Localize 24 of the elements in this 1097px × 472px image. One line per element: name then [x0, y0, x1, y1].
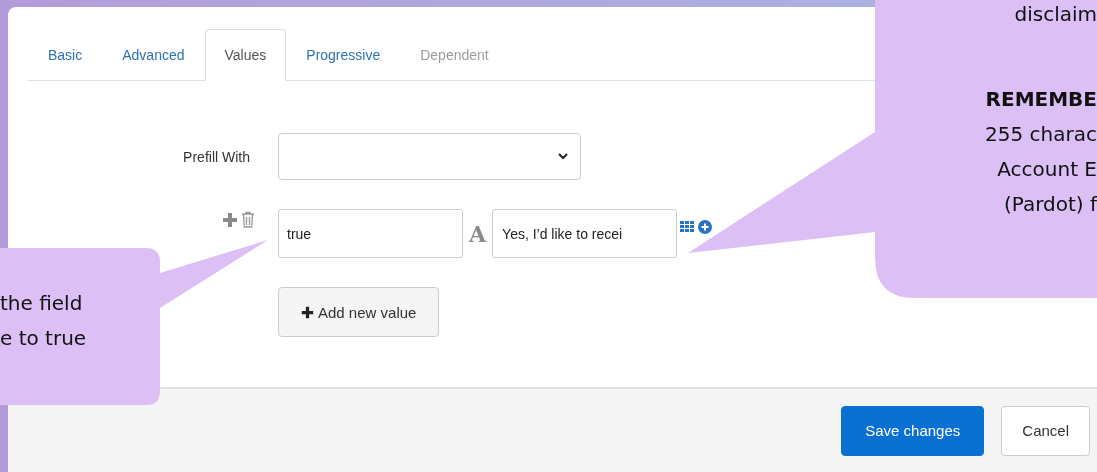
callout-text: 255 charac	[985, 121, 1097, 148]
chevron-down-icon	[558, 153, 568, 160]
add-icon[interactable]	[222, 211, 238, 228]
callout-text: Account E	[997, 156, 1097, 183]
callout-text: e to true	[0, 325, 87, 352]
plus-icon	[301, 305, 314, 319]
callout-text: disclaim	[1014, 1, 1097, 28]
callout-text: the field	[0, 290, 84, 317]
label-input[interactable]: Yes, I’d like to recei	[492, 209, 678, 258]
add-value-button[interactable]: Add new value	[278, 287, 440, 337]
callout-text: REMEMBE	[985, 86, 1097, 113]
callout-text: (Pardot) f	[1003, 191, 1097, 218]
tab[interactable]: Advanced	[102, 29, 205, 81]
add-circle-icon[interactable]	[698, 219, 713, 234]
tab[interactable]: Values	[204, 29, 287, 81]
grid-icon[interactable]	[680, 220, 696, 233]
value-input[interactable]: true	[278, 209, 463, 258]
trash-icon[interactable]	[241, 211, 255, 228]
field-label: Prefill With	[183, 148, 250, 165]
tab[interactable]: Progressive	[286, 29, 401, 81]
cancel-button[interactable]: Cancel	[1001, 405, 1090, 456]
save-button[interactable]: Save changes	[841, 405, 985, 456]
tab[interactable]: Basic	[28, 29, 103, 81]
text-type-icon[interactable]: A	[469, 220, 487, 247]
